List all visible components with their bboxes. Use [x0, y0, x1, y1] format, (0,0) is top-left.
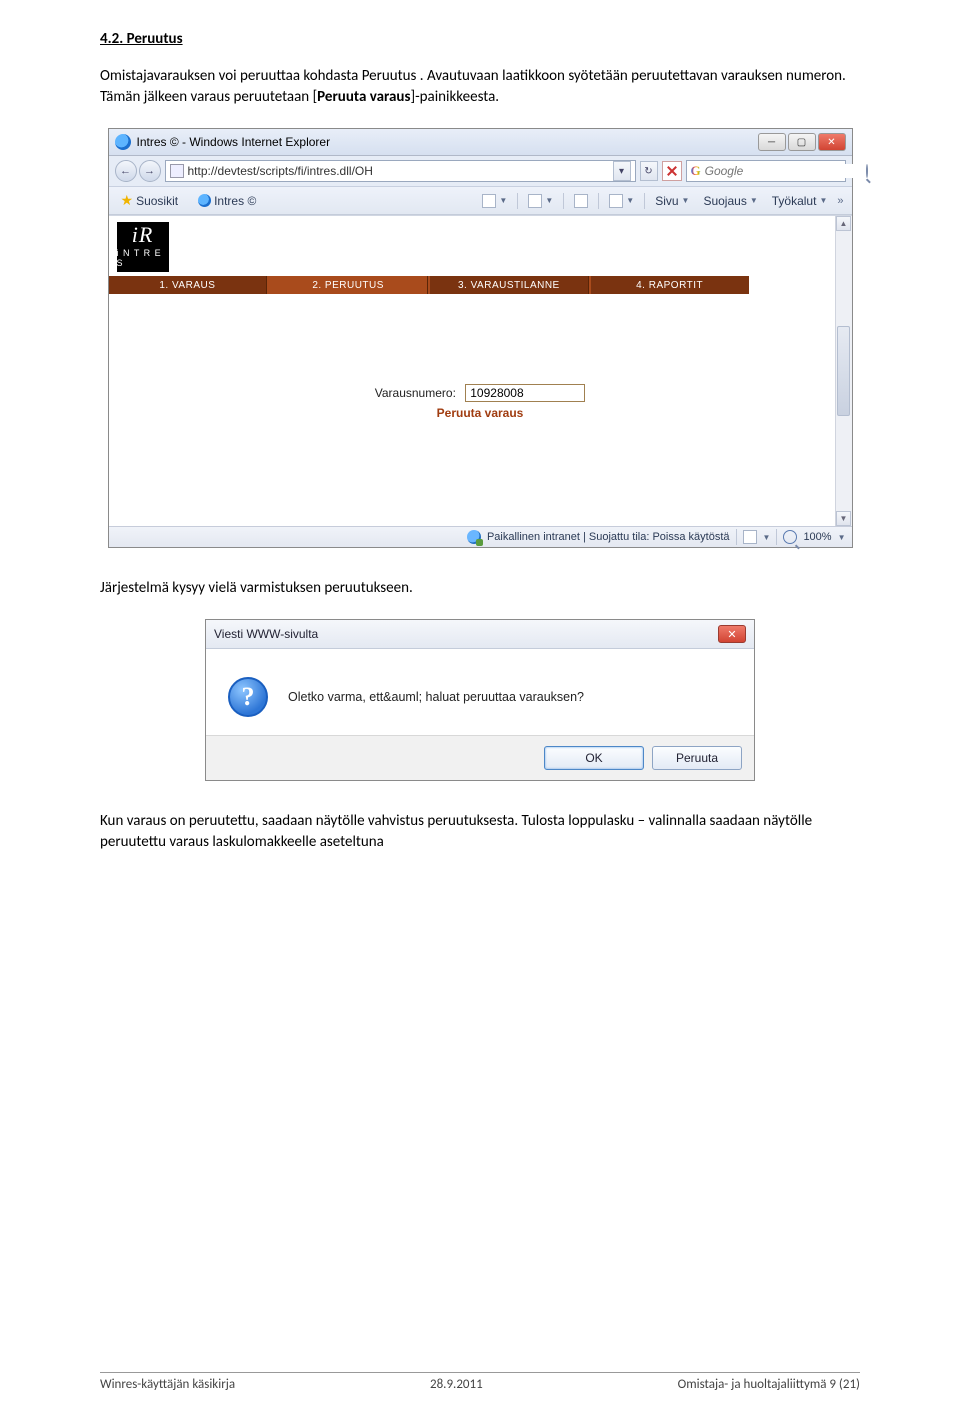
- sep: [517, 193, 518, 209]
- footer-mid: 28.9.2011: [430, 1377, 483, 1392]
- page-footer: Winres-käyttäjän käsikirja 28.9.2011 Omi…: [0, 1372, 960, 1392]
- dialog-title: Viesti WWW-sivulta: [214, 627, 318, 641]
- confirm-dialog: Viesti WWW-sivulta ✕ ? Oletko varma, ett…: [205, 619, 755, 781]
- cancel-button[interactable]: Peruuta: [652, 746, 742, 770]
- home-button[interactable]: ▼: [478, 192, 511, 210]
- dialog-close-button[interactable]: ✕: [718, 625, 746, 643]
- safety-menu-label: Suojaus: [703, 194, 746, 208]
- page-icon: [170, 164, 184, 178]
- mail-icon: [574, 194, 588, 208]
- forward-button[interactable]: →: [139, 160, 161, 182]
- mail-button[interactable]: [570, 192, 592, 210]
- dialog-titlebar: Viesti WWW-sivulta ✕: [206, 620, 754, 649]
- app-tabs: 1. VARAUS 2. PERUUTUS 3. VARAUSTILANNE 4…: [109, 276, 749, 294]
- status-bar: Paikallinen intranet | Suojattu tila: Po…: [109, 526, 852, 547]
- feeds-button[interactable]: ▼: [524, 192, 557, 210]
- page-content: iR i N T R E S 1. VARAUS 2. PERUUTUS 3. …: [109, 216, 852, 526]
- sep: [598, 193, 599, 209]
- page-scrollbar[interactable]: ▲ ▼: [835, 216, 852, 526]
- protected-mode-icon: [743, 530, 757, 544]
- chevron-more-icon[interactable]: »: [837, 195, 843, 207]
- scroll-thumb[interactable]: [837, 326, 850, 416]
- favorites-label: Suosikit: [136, 194, 178, 208]
- ie-icon: [115, 134, 131, 150]
- rss-icon: [528, 194, 542, 208]
- ok-button[interactable]: OK: [544, 746, 644, 770]
- scroll-up-icon[interactable]: ▲: [836, 216, 851, 231]
- tab-button[interactable]: Intres ©: [194, 192, 260, 210]
- tools-menu-label: Työkalut: [772, 194, 817, 208]
- window-buttons: ─ ▢ ✕: [758, 133, 846, 151]
- url-input[interactable]: [188, 164, 609, 178]
- sep: [776, 529, 777, 545]
- print-icon: [609, 194, 623, 208]
- address-row: ← → ▾ ↻ G: [109, 156, 852, 187]
- google-icon: G: [691, 163, 701, 179]
- star-icon: ★: [121, 192, 134, 209]
- varausnumero-label: Varausnumero:: [375, 386, 456, 400]
- search-box[interactable]: G: [686, 160, 846, 182]
- close-button[interactable]: ✕: [818, 133, 846, 151]
- p1b: Peruuta varaus: [317, 88, 410, 106]
- content-frame: iR i N T R E S 1. VARAUS 2. PERUUTUS 3. …: [109, 215, 852, 547]
- zoom-text[interactable]: 100%: [803, 531, 831, 543]
- cancel-form: Varausnumero: Peruuta varaus: [109, 384, 852, 420]
- favorites-button[interactable]: ★ Suosikit: [117, 190, 183, 211]
- varausnumero-input[interactable]: [465, 384, 585, 402]
- home-icon: [482, 194, 496, 208]
- p1c: ]-painikkeesta.: [410, 88, 499, 106]
- browser-titlebar: Intres © - Windows Internet Explorer ─ ▢…: [109, 129, 852, 156]
- intres-logo-text: i N T R E S: [117, 248, 169, 268]
- safety-menu[interactable]: Suojaus▼: [699, 192, 761, 210]
- sep: [736, 529, 737, 545]
- result-paragraph: Kun varaus on peruutettu, saadaan näytöl…: [100, 811, 860, 853]
- browser-window: Intres © - Windows Internet Explorer ─ ▢…: [108, 128, 853, 548]
- page-menu[interactable]: Sivu▼: [651, 192, 693, 210]
- maximize-button[interactable]: ▢: [788, 133, 816, 151]
- zoom-icon: [783, 530, 797, 544]
- sep: [563, 193, 564, 209]
- url-dropdown[interactable]: ▾: [613, 161, 631, 181]
- intres-logo: iR i N T R E S: [117, 222, 169, 272]
- intres-mark-icon: iR: [132, 226, 154, 244]
- tab-varaus[interactable]: 1. VARAUS: [109, 276, 268, 294]
- search-input[interactable]: [705, 164, 862, 178]
- scroll-down-icon[interactable]: ▼: [836, 511, 851, 526]
- confirm-paragraph: Järjestelmä kysyy vielä varmistuksen per…: [100, 578, 860, 599]
- status-text: Paikallinen intranet | Suojattu tila: Po…: [487, 531, 730, 543]
- tools-menu[interactable]: Työkalut▼: [768, 192, 832, 210]
- question-icon: ?: [228, 677, 268, 717]
- section-title: 4.2. Peruutus: [100, 30, 860, 48]
- dialog-buttons: OK Peruuta: [206, 735, 754, 780]
- p3b: Tulosta loppulasku: [522, 812, 635, 830]
- tab-raportit[interactable]: 4. RAPORTIT: [591, 276, 749, 294]
- p3a: Kun varaus on peruutettu, saadaan näytöl…: [100, 812, 522, 830]
- zoom-dropdown-icon[interactable]: ▼: [838, 533, 846, 542]
- footer-left: Winres-käyttäjän käsikirja: [100, 1377, 235, 1392]
- favorites-bar: ★ Suosikit Intres © ▼ ▼ ▼ Sivu▼ Suojaus▼…: [109, 187, 852, 215]
- tab-ie-icon: [198, 194, 211, 207]
- zone-icon: [467, 530, 481, 544]
- print-button[interactable]: ▼: [605, 192, 638, 210]
- tab-varaustilanne[interactable]: 3. VARAUSTILANNE: [430, 276, 589, 294]
- back-button[interactable]: ←: [115, 160, 137, 182]
- sep: [644, 193, 645, 209]
- minimize-button[interactable]: ─: [758, 133, 786, 151]
- dialog-message: Oletko varma, ett&auml; haluat peruuttaa…: [288, 690, 584, 704]
- peruuta-varaus-link[interactable]: Peruuta varaus: [109, 406, 852, 420]
- address-bar[interactable]: ▾: [165, 160, 636, 182]
- window-title: Intres © - Windows Internet Explorer: [137, 135, 331, 149]
- tab-peruutus[interactable]: 2. PERUUTUS: [269, 276, 428, 294]
- dialog-body: ? Oletko varma, ett&auml; haluat peruutt…: [206, 649, 754, 735]
- search-icon[interactable]: [866, 164, 868, 178]
- tab-label: Intres ©: [214, 194, 256, 208]
- refresh-button[interactable]: ↻: [640, 161, 658, 181]
- page-menu-label: Sivu: [655, 194, 678, 208]
- intro-paragraph: Omistajavarauksen voi peruuttaa kohdasta…: [100, 66, 860, 108]
- footer-right: Omistaja- ja huoltajaliittymä 9 (21): [678, 1377, 860, 1392]
- stop-button[interactable]: [662, 161, 682, 181]
